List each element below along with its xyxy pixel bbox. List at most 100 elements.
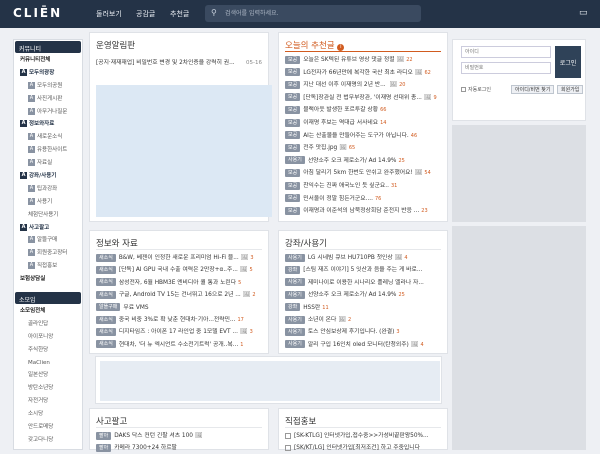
sidebar-item[interactable]: A 알뜰구매 — [14, 234, 82, 247]
sidebar-item[interactable]: 소시당 — [14, 408, 82, 421]
list-item[interactable]: [SK/KT/LG] 인터넷가입[최저조건] 하고 주중입니다 — [285, 443, 441, 454]
monitor-icon[interactable]: ▭ — [579, 8, 588, 18]
list-item[interactable]: 사용기 선양소주 오크 제로소가/ Ad 14.9% 25 — [285, 156, 441, 167]
sidebar-item-label: 사용기 — [37, 198, 53, 205]
sidebar-item[interactable]: A 직접홍보 — [14, 260, 82, 273]
list-item[interactable]: 사용기 선양소주 오크 제로소가/ Ad 14.9% 25 — [285, 290, 441, 301]
password-input[interactable] — [461, 62, 551, 74]
sidebar-item[interactable]: A 강좌/사용기 — [14, 170, 82, 183]
sidebar-item[interactable]: A 새로운소식 — [14, 131, 82, 144]
list-item[interactable]: 모공 블랙아웃 발생한 포르투갈 상황 66 — [285, 105, 441, 116]
sidebar-item[interactable]: MaClien — [14, 357, 82, 370]
banner-image[interactable] — [96, 85, 272, 217]
list-item[interactable]: 모공 이재명 후보는 역대급 서사네요 14 — [285, 118, 441, 129]
list-item[interactable]: 사용기 소년이 온다 🖼 2 — [285, 315, 441, 326]
list-item[interactable]: 모공 아침 달리기 5km 한번도 안쉬고 완주했어요! 🖼 54 — [285, 168, 441, 179]
list-item[interactable]: 새소식 중국 비중 3%로 확 낮춘 현대차·기아...전략민... 17 — [96, 315, 262, 326]
sell-title[interactable]: 사고팔고 — [96, 415, 127, 427]
category-tag: 새소식 — [96, 265, 116, 274]
info-title[interactable]: 정보와 자료 — [96, 237, 138, 249]
list-item[interactable]: 팔아 DAKS 닥스 컨턴 긴팔 셔츠 100 🖼 — [96, 431, 262, 442]
list-item[interactable]: 새소식 삼성전자, 6월 HBM3E 엔비디아 퀄 통과 노린다 5 — [96, 278, 262, 289]
list-item[interactable]: 알뜰구매 무료 VMS — [96, 303, 262, 314]
sidebar-item[interactable]: 보험상담실 — [14, 273, 82, 286]
list-item[interactable]: 사용기 알리 구입 16인치 oled 모니터(탄청외주) 🖼 4 — [285, 340, 441, 351]
sidebar-item[interactable]: 안드로메당 — [14, 421, 82, 434]
sidebar-item[interactable]: A 사용기 — [14, 196, 82, 209]
image-icon: 🖼 — [389, 81, 398, 89]
sidebar-item[interactable]: A 회원중고장터 — [14, 247, 82, 260]
list-item[interactable]: 모공 LG전자가 66년만에 복각한 국산 최초 라디오 🖼 62 — [285, 68, 441, 79]
list-item[interactable]: 모공 지난 대선 이후 이재명의 2년 반... 🖼 20 — [285, 80, 441, 91]
list-item[interactable]: [SK-KTLG] 인터넷가입,접수중>>가성비끝판왕50%... — [285, 431, 441, 442]
sidebar-item[interactable]: 소모임전체 — [14, 305, 82, 318]
list-item[interactable]: 모공 이재명과 이준석의 남북정상회담 준전지 반응 ... 23 — [285, 206, 441, 217]
list-item[interactable]: 새소식 구글, Android TV 15는 건너뛰고 16으로 2년 ... 🖼 2 — [96, 290, 262, 301]
list-item[interactable]: 팔아 카메라 7300+24 하르팔 — [96, 443, 262, 454]
list-item[interactable]: 모공 찬익수는 진짜 애국노인 듯 싶군요.. 31 — [285, 181, 441, 192]
sidebar-item[interactable]: 골라인답 — [14, 318, 82, 331]
list-item[interactable]: 사용기 토스 안심보상제 후기입니다. (완결) 3 — [285, 327, 441, 338]
sidebar-item[interactable]: A 유용한사이트 — [14, 144, 82, 157]
category-tag: 새소식 — [96, 278, 116, 287]
sidebar-item[interactable]: A 자료실 — [14, 157, 82, 170]
sidebar-item[interactable]: 체험단사용기 — [14, 209, 82, 222]
promo-title[interactable]: 직접홍보 — [285, 415, 316, 427]
sidebar-item[interactable]: A 정보와자료 — [14, 118, 82, 131]
list-item[interactable]: 강좌 HSS란 11 — [285, 303, 441, 314]
list-item[interactable]: 새소식 현대차, '더 뉴 엑시언트 수소전기트럭' 공개..복... 1 — [96, 340, 262, 351]
join-button[interactable]: 회원가입 — [557, 85, 584, 94]
list-item[interactable]: 모공 전주 맛집.jpg 🖼 65 — [285, 143, 441, 154]
sidebar-item[interactable]: A 아무거나질문 — [14, 106, 82, 119]
sidebar-item[interactable]: 방탄소년당 — [14, 382, 82, 395]
sidebar-item[interactable]: A 사진게시판 — [14, 93, 82, 106]
nav-browse[interactable]: 둘러보기 — [96, 9, 122, 19]
lecture-title[interactable]: 강좌/사용기 — [285, 237, 327, 249]
search-input[interactable] — [225, 8, 405, 19]
comment-count: 2 — [347, 317, 352, 323]
ad-banner[interactable] — [100, 361, 440, 401]
sidebar-item[interactable]: A 모두의광장 — [14, 67, 82, 80]
notice-title[interactable]: 운영알림판 — [96, 39, 135, 51]
list-item[interactable]: 새소식 디지타임즈 : 아이폰 17 라인업 중 1모델 EVT ... 🖼 3 — [96, 327, 262, 338]
sidebar-item-label: 주식한당 — [28, 346, 49, 353]
site-logo[interactable]: CLIĒN — [13, 6, 62, 20]
category-tag: 사용기 — [285, 290, 305, 299]
sidebar-item[interactable]: 갖고다니당 — [14, 434, 82, 447]
nav-recommend[interactable]: 추천글 — [170, 9, 189, 19]
id-input[interactable] — [461, 46, 551, 58]
list-item[interactable]: 강좌 [스팀 재즈 이야기] 5 잇산과 음을 주는 게 바로... — [285, 265, 441, 276]
sidebar-item-label: 모두의광장 — [29, 69, 55, 76]
sidebar-item[interactable]: 커뮤니티전체 — [14, 54, 82, 67]
notice-item[interactable]: [공지·재재재업] 비밀번호 변경 및 2차인증을 강력히 권... 05-16 — [96, 58, 262, 69]
sidebar-item[interactable]: A 사고팔고 — [14, 222, 82, 235]
auto-login-checkbox[interactable]: 자동로그인 — [461, 86, 491, 93]
list-item[interactable]: 새소식 B&W, 베젠이 인정한 새로운 프리미엄 Hi-Fi 블... 🖼 3 — [96, 253, 262, 264]
list-item[interactable]: 모공 AI는 산출물을 만들어주는 도구가 아닙니다. 46 — [285, 131, 441, 142]
promo-panel: 직접홍보 [SK-KTLG] 인터넷가입,접수중>>가성비끝판왕50%... [S… — [278, 408, 448, 451]
sidebar-community-header[interactable]: 커뮤니티 — [15, 41, 81, 53]
sidebar-item[interactable]: 아이포니앙 — [14, 331, 82, 344]
list-item[interactable]: 모공 [단독]장관실 전 법무부장관, '이재명 선대위 총... 🖼 9 — [285, 93, 441, 104]
list-item[interactable]: 새소식 [단독] AI GPU 국내 수출 여력은 2만장+α..주... 🖼 5 — [96, 265, 262, 276]
sidebar-item[interactable]: 자전거당 — [14, 395, 82, 408]
list-item[interactable]: 모공 민서울이 정말 힘든거군요.... 76 — [285, 194, 441, 205]
image-icon: 🖼 — [194, 432, 203, 439]
sidebar-item[interactable]: A 모두의공원 — [14, 80, 82, 93]
search-icon[interactable]: ⚲ — [211, 8, 217, 17]
list-item[interactable]: 모공 오늘은 SK텍된 유튜브 영상 댓글 정렬 🖼 22 — [285, 55, 441, 66]
checkbox-icon — [461, 87, 466, 92]
list-item[interactable]: 사용기 제미나이로 이용한 시나리오 플레닝 엘라나 자... — [285, 278, 441, 289]
list-item[interactable]: 사용기 LG 시네빔 큐브 HU710PB 첫인상 🖼 4 — [285, 253, 441, 264]
category-icon: A — [20, 120, 27, 128]
sidebar-item[interactable]: A 팁과강좌 — [14, 183, 82, 196]
image-icon: 🖼 — [396, 56, 405, 63]
sidebar-somoim-header[interactable]: 소모임 — [15, 292, 81, 305]
sidebar-item[interactable]: 주식한당 — [14, 344, 82, 357]
nav-popular[interactable]: 공감글 — [136, 9, 155, 19]
find-account-button[interactable]: 아이디/비번 찾기 — [511, 85, 555, 94]
recommend-title[interactable]: 오늘의 추천글 i — [285, 39, 345, 51]
category-tag: 사용기 — [285, 340, 305, 349]
login-button[interactable]: 로그인 — [555, 46, 581, 78]
sidebar-item[interactable]: 일본산당 — [14, 369, 82, 382]
